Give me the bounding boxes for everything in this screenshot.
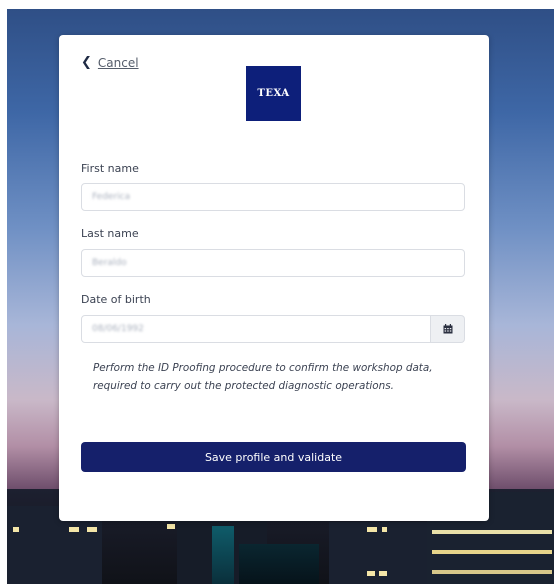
date-of-birth-value: 08/06/1992 bbox=[92, 324, 144, 334]
calendar-icon bbox=[443, 324, 452, 334]
first-name-label: First name bbox=[81, 162, 139, 175]
texa-logo: TEXA bbox=[246, 66, 301, 121]
last-name-field[interactable]: Beraldo bbox=[81, 249, 465, 277]
first-name-value: Federica bbox=[92, 192, 131, 202]
cancel-link[interactable]: ❮ Cancel bbox=[81, 55, 139, 70]
last-name-label: Last name bbox=[81, 227, 139, 240]
save-profile-button[interactable]: Save profile and validate bbox=[81, 442, 466, 472]
id-proofing-info: Perform the ID Proofing procedure to con… bbox=[93, 362, 433, 392]
chevron-left-icon: ❮ bbox=[81, 55, 92, 70]
logo-text: TEXA bbox=[257, 88, 290, 99]
date-of-birth-label: Date of birth bbox=[81, 293, 151, 306]
profile-card: ❮ Cancel TEXA First name Federica Last n… bbox=[59, 35, 489, 521]
calendar-button[interactable] bbox=[431, 315, 465, 343]
last-name-value: Beraldo bbox=[92, 258, 127, 268]
first-name-field[interactable]: Federica bbox=[81, 183, 465, 211]
date-of-birth-field[interactable]: 08/06/1992 bbox=[81, 315, 431, 343]
cancel-label: Cancel bbox=[97, 55, 139, 70]
